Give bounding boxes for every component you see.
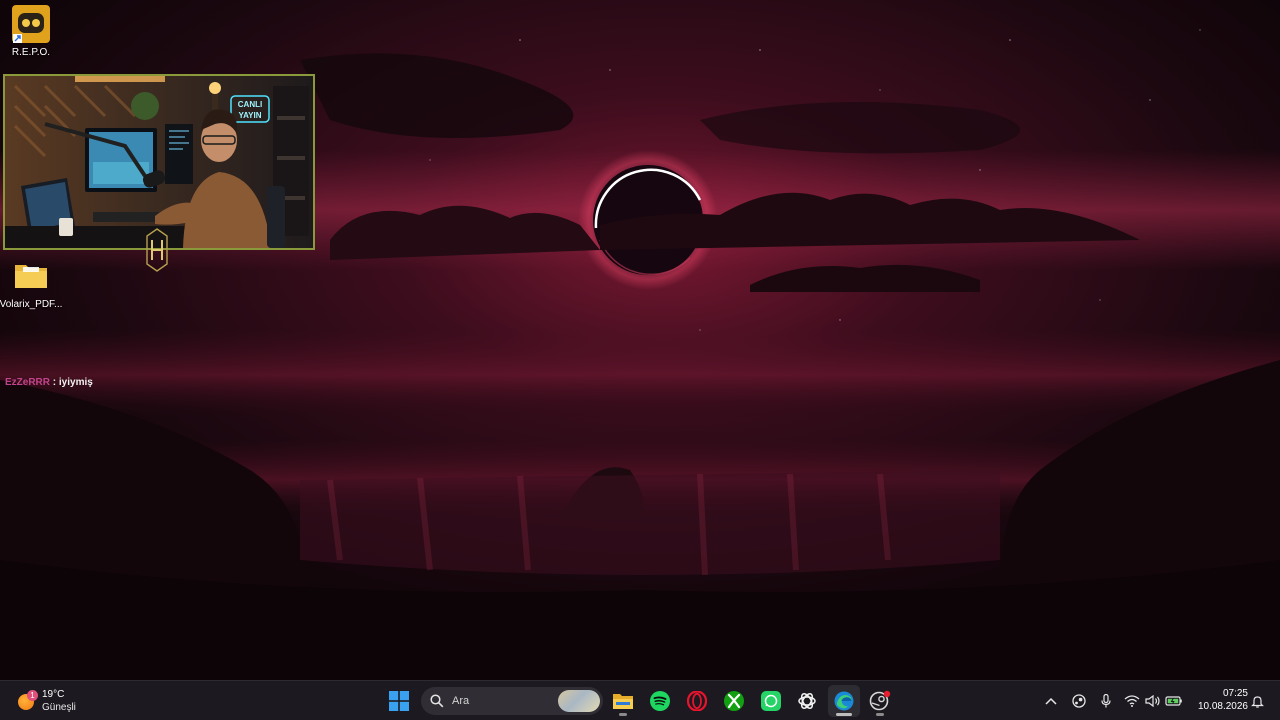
whatsapp-icon — [761, 691, 781, 711]
tray-battery[interactable] — [1163, 689, 1185, 713]
weather-temperature: 19°C — [42, 689, 65, 700]
tray-network[interactable] — [1122, 689, 1142, 713]
neon-sign-text-2: YAYIN — [239, 111, 262, 120]
tray-volume[interactable] — [1143, 689, 1163, 713]
taskbar-clock[interactable]: 07:25 10.08.2026 — [1188, 687, 1248, 713]
streamer-logo-icon — [146, 228, 168, 272]
desktop-icon-label: R.E.P.O. — [11, 47, 51, 58]
taskbar-opera[interactable] — [681, 685, 713, 717]
desktop-icon-label: Volarix_PDF... — [0, 299, 63, 310]
taskbar-edge[interactable] — [828, 685, 860, 717]
edge-icon — [834, 691, 854, 711]
notification-center-button[interactable] — [1249, 689, 1265, 713]
neon-sign-text-1: CANLI — [238, 100, 262, 109]
clock-date: 10.08.2026 — [1197, 701, 1248, 712]
search-icon — [430, 694, 444, 708]
chevron-up-icon — [1045, 697, 1057, 705]
taskbar-chatgpt[interactable] — [791, 685, 823, 717]
taskbar-file-explorer[interactable] — [607, 685, 639, 717]
tray-microphone[interactable] — [1097, 689, 1115, 713]
repo-game-icon — [11, 4, 51, 44]
search-highlight-image — [558, 690, 600, 712]
weather-condition: Güneşli — [42, 702, 76, 713]
volume-icon — [1145, 695, 1160, 707]
xbox-icon — [724, 691, 744, 711]
clock-time: 07:25 — [1222, 688, 1248, 699]
running-indicator — [836, 713, 852, 716]
desktop-icon-volarix-folder[interactable]: Volarix_PDF... — [0, 256, 66, 311]
search-box[interactable]: Ara — [421, 687, 603, 715]
tray-steam[interactable] — [1070, 689, 1088, 713]
desktop-icon-repo[interactable]: R.E.P.O. — [0, 4, 66, 59]
windows-start-icon — [389, 691, 409, 711]
steam-tray-icon — [1072, 694, 1086, 708]
steam-icon — [869, 690, 891, 711]
start-button[interactable] — [383, 685, 415, 717]
folder-icon — [11, 256, 51, 296]
show-hidden-icons-button[interactable] — [1043, 689, 1059, 713]
chat-message: iyiymiş — [58, 377, 93, 388]
opera-icon — [687, 691, 707, 711]
spotify-icon — [650, 691, 670, 711]
search-placeholder: Ara — [452, 695, 470, 707]
chatgpt-icon — [798, 693, 816, 709]
microphone-icon — [1101, 694, 1111, 708]
notification-badge: 1 — [27, 690, 38, 701]
running-indicator — [619, 713, 627, 716]
chat-separator: : — [50, 377, 59, 388]
notification-bell-icon — [1250, 695, 1264, 708]
chat-overlay-line: EzZeRRR : iyiymiş — [5, 377, 93, 388]
taskbar-xbox[interactable] — [718, 685, 750, 717]
running-indicator — [876, 713, 884, 716]
taskbar: 1 19°C Güneşli Ara 07:25 10.08.2026 — [0, 680, 1280, 720]
battery-icon — [1165, 696, 1182, 706]
taskbar-whatsapp[interactable] — [755, 685, 787, 717]
wifi-icon — [1124, 695, 1140, 707]
folder-icon — [613, 694, 633, 709]
taskbar-steam[interactable] — [864, 685, 896, 717]
webcam-overlay: CANLI YAYIN — [3, 74, 315, 250]
taskbar-spotify[interactable] — [644, 685, 676, 717]
chat-username: EzZeRRR — [5, 377, 51, 388]
